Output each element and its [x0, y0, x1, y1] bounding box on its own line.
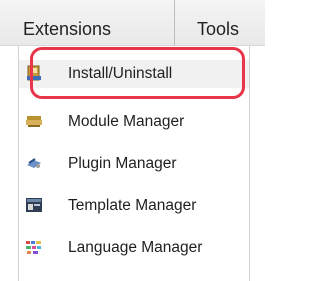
menu-tab-tools[interactable]: Tools	[174, 0, 265, 46]
menu-tab-extensions[interactable]: Extensions	[18, 0, 173, 46]
extensions-menu-screenshot: Extensions Tools Install/Uninstall Modul…	[0, 0, 265, 281]
menu-item-template-manager[interactable]: Template Manager	[19, 192, 249, 220]
menu-item-module-manager[interactable]: Module Manager	[19, 108, 249, 136]
language-icon	[25, 238, 43, 256]
menu-item-label: Plugin Manager	[68, 155, 177, 172]
menu-item-label: Module Manager	[68, 113, 185, 130]
template-icon	[25, 196, 43, 214]
menu-bar: Extensions Tools	[0, 0, 265, 46]
module-icon	[25, 112, 43, 130]
menu-item-label: Template Manager	[68, 197, 197, 214]
menu-item-plugin-manager[interactable]: Plugin Manager	[19, 150, 249, 178]
menu-item-label: Language Manager	[68, 239, 203, 256]
highlight-outline	[30, 47, 245, 99]
plugin-icon	[25, 154, 43, 172]
menu-item-language-manager[interactable]: Language Manager	[19, 234, 249, 262]
